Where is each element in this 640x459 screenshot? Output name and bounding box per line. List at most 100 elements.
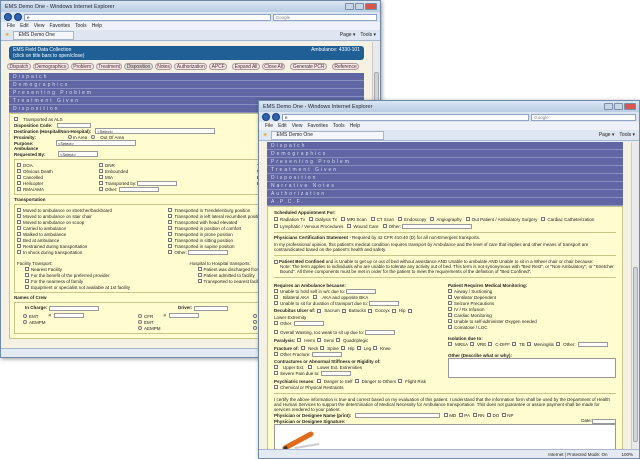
back-button[interactable] xyxy=(4,13,12,21)
maximize-button[interactable] xyxy=(614,103,623,110)
checkbox[interactable] xyxy=(17,163,21,167)
cert-number-input[interactable] xyxy=(169,313,200,318)
checkbox[interactable] xyxy=(17,220,21,224)
checkbox[interactable] xyxy=(488,342,493,346)
checkbox[interactable] xyxy=(512,342,517,346)
checkbox[interactable] xyxy=(25,285,29,289)
checkbox[interactable] xyxy=(99,175,104,179)
checkbox[interactable] xyxy=(25,273,29,277)
menu-file[interactable]: File xyxy=(265,123,273,129)
checkbox[interactable] xyxy=(448,325,452,329)
page-menu[interactable]: Page ▾ xyxy=(599,132,615,138)
back-button[interactable] xyxy=(262,113,270,121)
checkbox[interactable] xyxy=(99,169,104,173)
option-input[interactable] xyxy=(320,370,351,376)
checkbox[interactable] xyxy=(274,385,278,389)
checkbox[interactable] xyxy=(17,214,21,218)
section-demographics[interactable]: Demographics xyxy=(9,81,364,89)
tools-menu[interactable]: Tools ▾ xyxy=(619,132,635,138)
minimize-button[interactable] xyxy=(604,103,613,110)
date-input[interactable] xyxy=(592,418,616,424)
other-describe-textarea[interactable] xyxy=(448,358,616,378)
checkbox[interactable] xyxy=(398,379,403,383)
checkbox[interactable] xyxy=(274,301,278,305)
checkbox[interactable] xyxy=(317,308,322,313)
reference-button[interactable]: Reference xyxy=(331,63,360,70)
checkbox[interactable] xyxy=(373,346,378,350)
purpose-select[interactable]: <Select> xyxy=(56,140,136,146)
menu-edit[interactable]: Edit xyxy=(20,23,29,29)
checkbox[interactable] xyxy=(341,308,346,313)
checkbox[interactable] xyxy=(320,346,325,350)
problem-button[interactable]: Problem xyxy=(70,63,94,70)
checkbox[interactable] xyxy=(25,279,29,283)
checkbox[interactable] xyxy=(340,346,345,350)
radio[interactable] xyxy=(138,320,142,324)
checkbox[interactable] xyxy=(168,226,173,230)
treatment-button[interactable]: Treatment xyxy=(95,63,123,70)
checkbox[interactable] xyxy=(316,338,321,342)
favorites-star-icon[interactable]: ★ xyxy=(5,32,9,38)
checkbox[interactable] xyxy=(407,308,412,313)
checkbox[interactable] xyxy=(444,413,449,418)
section-header[interactable]: Dispatch xyxy=(267,142,623,150)
checkbox[interactable] xyxy=(17,238,21,242)
checkbox[interactable] xyxy=(168,220,173,224)
checkbox[interactable] xyxy=(168,208,173,212)
radio[interactable] xyxy=(23,320,27,324)
disposition-code-input[interactable] xyxy=(56,122,91,128)
checkbox[interactable] xyxy=(274,295,278,299)
checkbox[interactable] xyxy=(347,224,352,228)
apcf-button[interactable]: APCF xyxy=(209,63,228,70)
checkbox[interactable] xyxy=(391,308,396,313)
authorization-button[interactable]: Authorization xyxy=(174,63,208,70)
checkbox[interactable] xyxy=(197,267,202,271)
checkbox[interactable] xyxy=(354,379,359,383)
checkbox[interactable] xyxy=(274,217,278,221)
checkbox[interactable] xyxy=(168,214,173,218)
browser-tab[interactable]: EMS Demo One xyxy=(13,30,74,40)
section-header[interactable]: Treatment Given xyxy=(267,166,623,174)
section-header[interactable]: Narrative Notes xyxy=(267,182,623,190)
close-button[interactable] xyxy=(624,103,636,110)
checkbox[interactable] xyxy=(274,224,278,228)
checkbox[interactable] xyxy=(370,217,375,221)
minimize-button[interactable] xyxy=(345,3,354,10)
isolation-other-input[interactable] xyxy=(577,341,608,347)
search-input[interactable]: Google xyxy=(531,113,636,121)
address-bar[interactable]: e xyxy=(282,113,530,121)
radio[interactable] xyxy=(138,314,142,318)
search-input[interactable]: Google xyxy=(272,13,377,21)
section-presenting-problem[interactable]: Presenting Problem xyxy=(9,89,364,97)
option-input[interactable] xyxy=(369,300,400,306)
checkbox[interactable] xyxy=(17,181,21,185)
checkbox[interactable] xyxy=(556,342,561,346)
requested-by-select[interactable]: <Select> xyxy=(58,151,98,157)
checkbox[interactable] xyxy=(99,163,104,167)
checkbox[interactable] xyxy=(17,232,21,236)
option-input[interactable] xyxy=(118,186,159,192)
signature-pad[interactable] xyxy=(274,424,616,449)
radio[interactable] xyxy=(253,326,257,330)
checkbox[interactable] xyxy=(356,346,361,350)
expand-all-button[interactable]: Expand All xyxy=(232,63,260,70)
checkbox[interactable] xyxy=(17,187,21,191)
checkbox[interactable] xyxy=(502,413,507,418)
option-input[interactable] xyxy=(365,329,396,335)
menu-edit[interactable]: Edit xyxy=(278,123,287,129)
form-header[interactable]: EMS Field Data Collection (click on title… xyxy=(9,46,364,60)
checkbox[interactable] xyxy=(297,338,302,342)
close-all-button[interactable]: Close All xyxy=(261,63,286,70)
demographics-button[interactable]: Demographics xyxy=(32,63,69,70)
checkbox[interactable] xyxy=(17,244,21,248)
generate-pcr-button[interactable]: Generate PCR xyxy=(290,63,327,70)
checkbox[interactable] xyxy=(25,267,29,271)
checkbox[interactable] xyxy=(301,346,306,350)
section-header[interactable]: Presenting Problem xyxy=(267,158,623,166)
close-button[interactable] xyxy=(365,3,377,10)
checkbox[interactable] xyxy=(274,330,278,334)
checkbox[interactable] xyxy=(17,175,21,179)
checkbox[interactable] xyxy=(274,289,278,293)
checkbox[interactable] xyxy=(382,224,387,228)
menu-tools[interactable]: Tools xyxy=(333,123,345,129)
